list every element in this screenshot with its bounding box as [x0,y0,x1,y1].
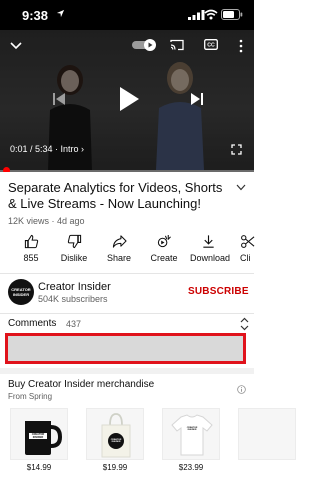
tote-print: CREATOR INSIDER [110,439,122,444]
clip-label: Cli [240,253,251,263]
create-label: Create [150,253,178,263]
tshirt-print: CREATOR INSIDER [186,427,198,432]
like-button[interactable]: 855 [13,234,49,263]
merch-title: Buy Creator Insider merchandise [8,379,155,390]
progress-scrubber[interactable] [3,167,10,172]
merch-item[interactable]: CREATOR INSIDER $19.99 [86,408,144,472]
create-button[interactable]: Create [146,234,182,263]
product-price: $19.99 [102,463,128,472]
product-image-mug: CREATOR INSIDER [10,408,68,460]
dislike-label: Dislike [60,253,88,263]
video-player[interactable]: CC 0:01 / 5:34 · Intro › [0,30,254,172]
next-video-icon[interactable] [190,92,204,106]
comments-header[interactable]: Comments [8,318,56,329]
thumbs-down-icon [67,234,81,249]
player-more-icon[interactable] [238,39,244,53]
location-arrow-icon [56,9,65,18]
merch-item[interactable] [238,408,296,460]
share-icon [112,235,127,248]
wifi-icon [204,9,218,20]
comments-expand-icon[interactable] [240,317,249,331]
section-separator [0,368,254,374]
divider [0,313,254,314]
thumbs-up-icon [24,234,38,249]
description-expand-icon[interactable] [236,184,246,191]
cast-icon[interactable] [170,39,184,51]
divider [0,273,254,274]
clip-button[interactable]: Cli [240,234,260,263]
comments-count: 437 [66,319,82,329]
create-icon [157,234,171,248]
status-time: 9:38 [22,8,49,23]
previous-video-icon[interactable] [52,92,66,106]
video-timecode[interactable]: 0:01 / 5:34 · Intro › [10,144,84,154]
collapse-chevron-icon[interactable] [10,40,22,50]
share-label: Share [106,253,132,263]
channel-name[interactable]: Creator Insider [38,281,111,293]
cellular-signal-icon [188,10,205,20]
download-button[interactable]: Download [190,234,231,263]
product-price: $23.99 [178,463,204,472]
mug-print: CREATOR INSIDER [31,433,45,439]
channel-avatar-text: CREATOR INSIDER [11,287,31,297]
video-meta: 12K views · 4d ago [8,216,85,226]
comment-preview-highlight[interactable] [5,333,246,364]
download-icon [202,235,214,248]
product-price: $14.99 [26,463,52,472]
status-bar: 9:38 [0,0,254,30]
subscribe-button[interactable]: SUBSCRIBE [188,286,249,297]
download-label: Download [190,253,231,263]
product-image-tote: CREATOR INSIDER [86,408,144,460]
like-count: 855 [23,253,39,263]
clip-icon [241,235,255,248]
merch-item[interactable]: CREATOR INSIDER $14.99 [10,408,68,472]
autoplay-toggle[interactable] [132,39,158,51]
product-image-partial [238,408,296,460]
video-title[interactable]: Separate Analytics for Videos, Shorts & … [8,180,230,212]
battery-icon [221,9,243,20]
captions-icon[interactable]: CC [204,39,218,50]
subscriber-count: 504K subscribers [38,294,108,304]
fullscreen-icon[interactable] [231,144,242,155]
channel-avatar[interactable]: CREATOR INSIDER [8,279,34,305]
merch-item[interactable]: CREATOR INSIDER $23.99 [162,408,220,472]
merch-subtitle: From Spring [8,392,53,401]
product-image-tshirt: CREATOR INSIDER [162,408,220,460]
progress-bar[interactable] [0,170,254,172]
dislike-button[interactable]: Dislike [56,234,92,263]
share-button[interactable]: Share [101,234,137,263]
info-icon[interactable] [237,385,246,394]
svg-text:CC: CC [207,43,215,49]
play-icon[interactable] [114,85,142,113]
